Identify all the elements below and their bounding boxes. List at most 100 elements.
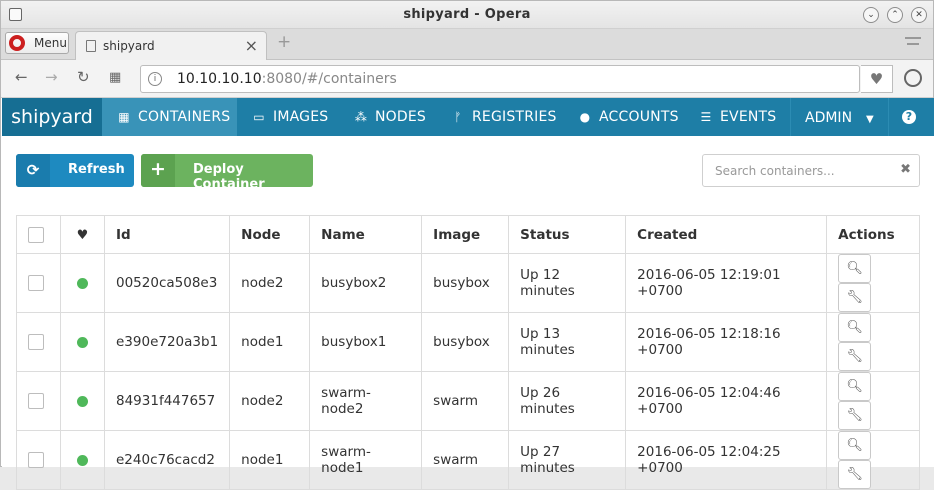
heartbeat-icon: ♥ <box>76 227 89 243</box>
tab-strip: Menu shipyard × + <box>1 29 933 60</box>
tab-menu-icon[interactable] <box>905 37 921 51</box>
table-row: 84931f447657 node2 swarm-node2 swarm Up 26 m… <box>16 371 920 431</box>
close-window-button[interactable]: ✕ <box>911 7 927 23</box>
settings-button[interactable]: 🔧︎ <box>838 401 872 430</box>
settings-button[interactable]: 🔧︎ <box>838 342 872 371</box>
url-text: 10.10.10.10:8080/#/containers <box>177 71 397 87</box>
status-running-dot <box>77 277 88 289</box>
list-alt-icon: ☰ <box>700 110 712 124</box>
row-checkbox[interactable] <box>28 334 44 350</box>
container-status: Up 13 minutes <box>508 312 627 372</box>
opera-menu-button[interactable]: Menu <box>5 32 69 54</box>
containers-page: ⟳ Refresh + Deploy Container ✖ ♥ Id Node… <box>2 136 934 490</box>
header-created[interactable]: Created <box>625 215 828 254</box>
tab-title: shipyard <box>103 39 155 53</box>
nav-containers-label: CONTAINERS <box>138 109 231 125</box>
nav-images[interactable]: ▭ IMAGES <box>237 98 337 136</box>
row-actions-cell: 🔍︎ 🔧︎ <box>826 430 920 490</box>
brand-logo[interactable]: shipyard <box>2 98 102 136</box>
plus-icon: + <box>141 154 175 187</box>
title-bar: shipyard - Opera ⌄ ⌃ ✕ <box>1 1 933 29</box>
nav-accounts[interactable]: ● ACCOUNTS <box>563 98 683 136</box>
header-image[interactable]: Image <box>421 215 510 254</box>
reload-icon[interactable]: ↻ <box>77 68 90 86</box>
header-name[interactable]: Name <box>309 215 423 254</box>
container-id[interactable]: e240c76cacd2 <box>103 430 231 490</box>
maximize-button[interactable]: ⌃ <box>887 7 903 23</box>
refresh-button[interactable]: ⟳ Refresh <box>16 154 134 187</box>
container-node: node2 <box>229 253 311 313</box>
speed-dial-icon[interactable]: ▦ <box>109 70 121 85</box>
opera-logo-icon <box>9 35 25 51</box>
help-icon[interactable]: ? <box>902 110 916 124</box>
url-host: 10.10.10.10 <box>177 71 262 87</box>
container-image: busybox <box>421 312 510 372</box>
nav-containers[interactable]: ▦ CONTAINERS <box>102 98 237 136</box>
grid-icon: ▦ <box>118 110 130 124</box>
deploy-label: Deploy Container <box>193 162 265 192</box>
container-image: busybox <box>421 253 510 313</box>
status-running-dot <box>77 395 88 407</box>
nav-events[interactable]: ☰ EVENTS <box>684 98 788 136</box>
header-node[interactable]: Node <box>229 215 311 254</box>
admin-dropdown[interactable]: ADMIN ▼ <box>790 98 889 136</box>
container-created: 2016-06-05 12:18:16 +0700 <box>625 312 828 372</box>
new-tab-icon[interactable]: + <box>277 34 291 51</box>
deploy-container-button[interactable]: + Deploy Container <box>141 154 313 192</box>
refresh-label: Refresh <box>68 162 125 177</box>
inspect-button[interactable]: 🔍︎ <box>838 254 872 283</box>
forward-icon[interactable]: → <box>45 68 58 86</box>
app-navbar: shipyard ▦ CONTAINERS ▭ IMAGES ⁂ NODES ᚠ REG… <box>2 98 934 136</box>
settings-button[interactable]: 🔧︎ <box>838 283 872 312</box>
row-select-cell <box>16 253 61 313</box>
inspect-button[interactable]: 🔍︎ <box>838 431 872 460</box>
nav-registries[interactable]: ᚠ REGISTRIES <box>436 98 562 136</box>
row-checkbox[interactable] <box>28 452 44 468</box>
header-id[interactable]: Id <box>103 215 231 254</box>
code-fork-icon: ᚠ <box>454 110 462 124</box>
row-checkbox[interactable] <box>28 275 44 291</box>
inspect-button[interactable]: 🔍︎ <box>838 313 872 342</box>
container-created: 2016-06-05 12:04:25 +0700 <box>625 430 828 490</box>
container-name: swarm-node1 <box>309 430 423 490</box>
settings-button[interactable]: 🔧︎ <box>838 460 872 489</box>
clear-search-icon[interactable]: ✖ <box>900 162 911 177</box>
row-health-cell <box>60 430 105 490</box>
search-input[interactable] <box>703 155 893 186</box>
site-info-icon[interactable]: i <box>148 72 162 86</box>
wrench-icon: 🔧︎ <box>846 349 863 364</box>
row-select-cell <box>16 312 61 372</box>
row-actions-cell: 🔍︎ 🔧︎ <box>826 253 920 313</box>
containers-table: ♥ Id Node Name Image Status Created Acti… <box>16 215 920 490</box>
browser-tab[interactable]: shipyard × <box>75 31 267 60</box>
search-icon: 🔍︎ <box>846 261 863 276</box>
table-header-row: ♥ Id Node Name Image Status Created Acti… <box>16 215 920 254</box>
container-created: 2016-06-05 12:04:46 +0700 <box>625 371 828 431</box>
close-tab-icon[interactable]: × <box>245 36 258 55</box>
nav-nodes-label: NODES <box>375 109 427 125</box>
nav-nodes[interactable]: ⁂ NODES <box>339 98 429 136</box>
sitemap-icon: ⁂ <box>354 110 368 124</box>
minimize-button[interactable]: ⌄ <box>863 7 879 23</box>
refresh-icon: ⟳ <box>16 154 50 187</box>
container-name: swarm-node2 <box>309 371 423 431</box>
back-icon[interactable]: ← <box>15 68 28 86</box>
browser-window: shipyard - Opera ⌄ ⌃ ✕ Menu shipyard × +… <box>0 0 934 490</box>
select-all-checkbox[interactable] <box>28 226 44 243</box>
bookmark-heart-icon[interactable]: ♥ <box>861 65 893 93</box>
row-select-cell <box>16 371 61 431</box>
select-all-cell <box>16 215 61 254</box>
header-status[interactable]: Status <box>508 215 627 254</box>
container-node: node2 <box>229 371 311 431</box>
url-field[interactable]: i 10.10.10.10:8080/#/containers <box>140 65 860 93</box>
account-icon[interactable] <box>904 69 922 87</box>
container-id[interactable]: 00520ca508e3 <box>103 253 231 313</box>
inspect-button[interactable]: 🔍︎ <box>838 372 872 401</box>
container-id[interactable]: 84931f447657 <box>103 371 231 431</box>
search-icon: 🔍︎ <box>846 379 863 394</box>
row-checkbox[interactable] <box>28 393 44 409</box>
row-select-cell <box>16 430 61 490</box>
container-id[interactable]: e390e720a3b1 <box>103 312 231 372</box>
search-icon: 🔍︎ <box>846 438 863 453</box>
status-running-dot <box>77 336 88 348</box>
